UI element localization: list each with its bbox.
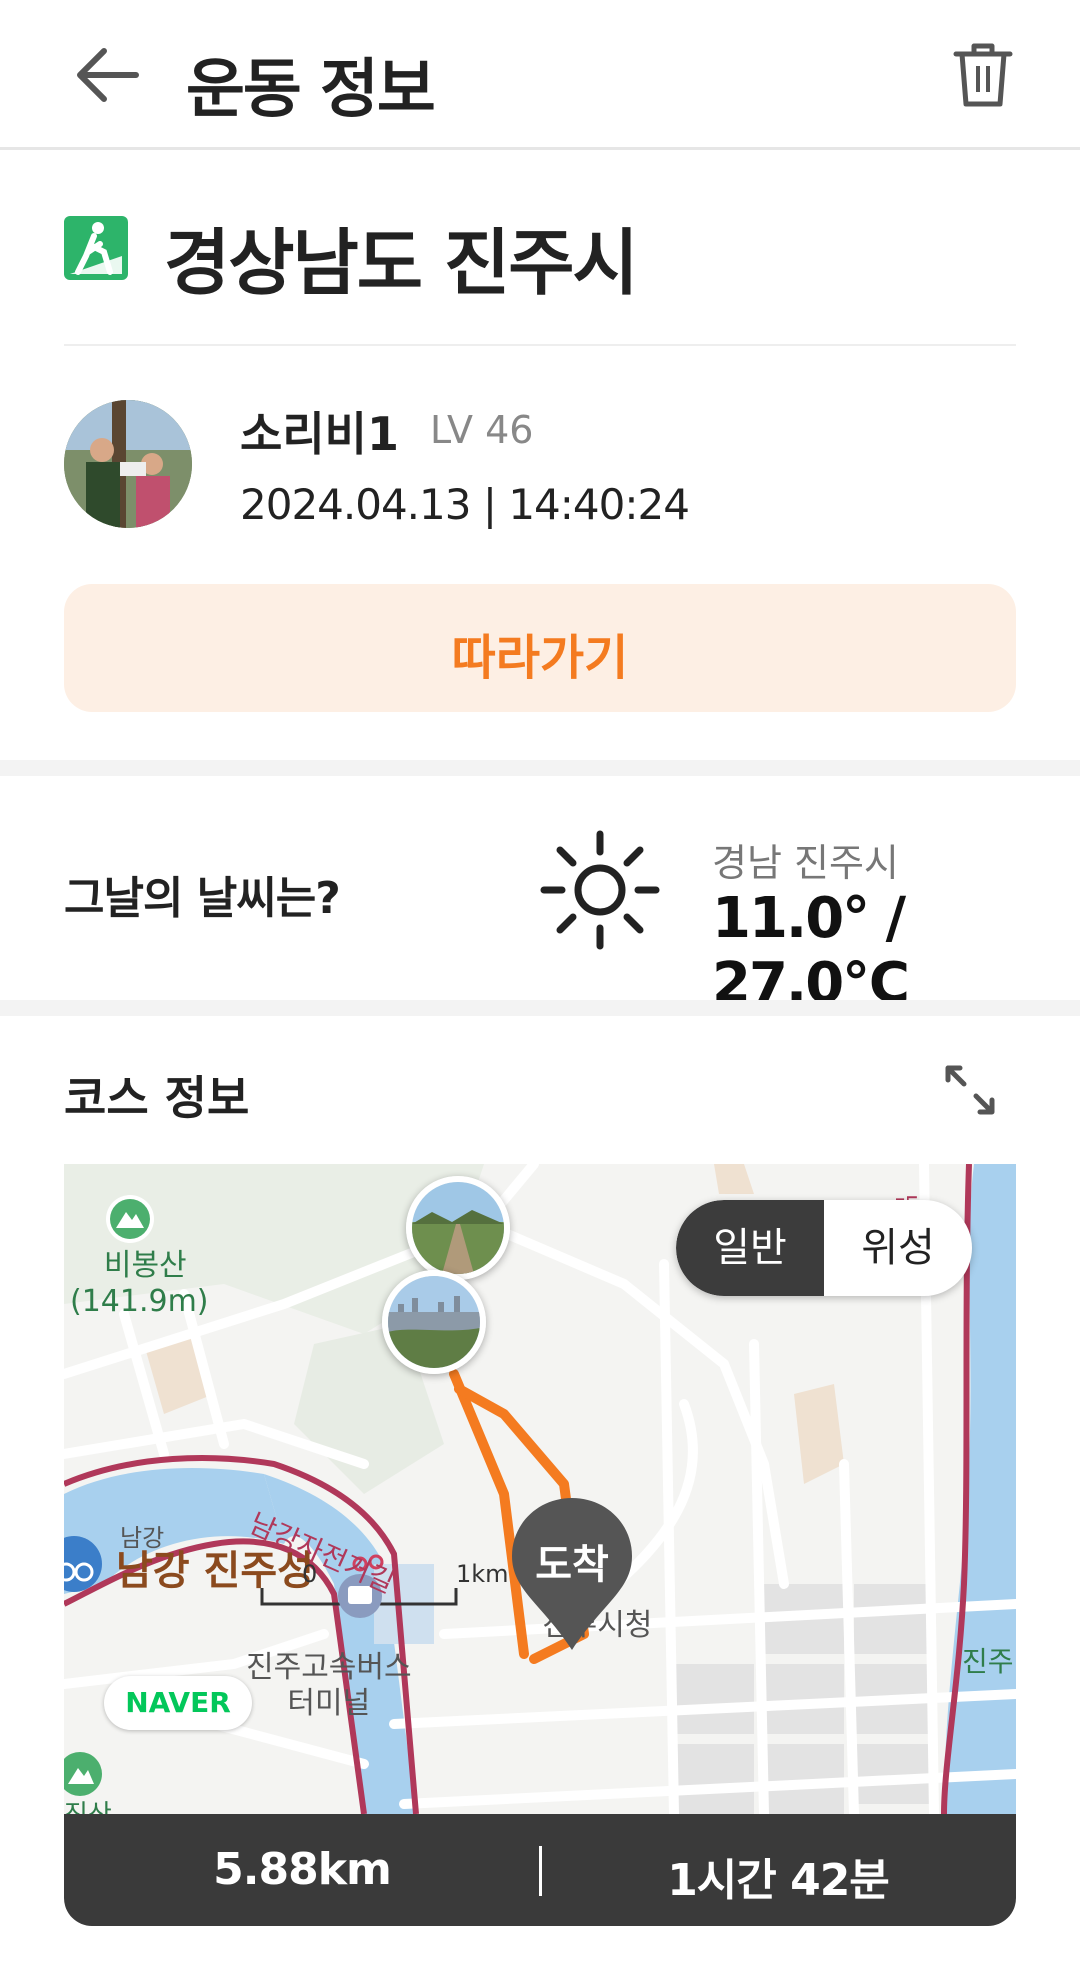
follow-button[interactable]: 따라가기: [64, 584, 1016, 712]
map-label-bus-terminal: 진주고속버스 터미널: [246, 1650, 412, 1721]
region-title: 경상남도 진주시: [164, 221, 639, 305]
user-name: 소리비1: [240, 407, 399, 461]
user-level: LV 46: [430, 408, 534, 452]
weather-temperature: 11.0° / 27.0℃: [712, 886, 910, 1016]
divider: [64, 344, 1016, 346]
stats-bar: 5.88km 1시간 42분: [64, 1814, 1016, 1926]
weather-question: 그날의 날씨는?: [64, 873, 341, 924]
top-app-bar: 운동 정보: [0, 0, 1080, 150]
naver-logo: NAVER: [104, 1676, 252, 1730]
photo-pin[interactable]: [406, 1176, 510, 1280]
hiking-icon: [64, 216, 128, 280]
map-type-normal[interactable]: 일반: [676, 1200, 824, 1296]
trash-icon[interactable]: [948, 38, 1018, 110]
page-title: 운동 정보: [186, 53, 436, 127]
arrival-marker[interactable]: 도착: [508, 1494, 636, 1654]
section-divider: [0, 1000, 1080, 1016]
region-header: 경상남도 진주시: [64, 200, 1016, 305]
back-arrow-icon[interactable]: [70, 40, 150, 110]
arrival-label: 도착: [535, 1542, 609, 1588]
expand-icon[interactable]: [940, 1060, 1000, 1120]
section-divider: [0, 760, 1080, 776]
distance-value: 5.88km: [213, 1844, 392, 1895]
course-map[interactable]: 비봉산 (141.9m) 남강 남강 진주성 남강자전거길 진주시청 진주고속버…: [64, 1164, 1016, 1814]
sun-icon: [536, 826, 664, 954]
follow-button-label: 따라가기: [451, 630, 629, 686]
map-label-east: 진주: [962, 1645, 1014, 1678]
scale-start-label: 0: [302, 1560, 318, 1588]
weather-location: 경남 진주시: [712, 841, 899, 885]
map-label-mountain: 비봉산 (141.9m): [70, 1248, 209, 1319]
course-title: 코스 정보: [64, 1071, 250, 1125]
map-type-toggle[interactable]: 일반 위성: [676, 1200, 972, 1296]
map-label-corner: 진산: [64, 1794, 112, 1814]
workout-datetime: 2024.04.13 | 14:40:24: [240, 480, 690, 529]
map-type-satellite[interactable]: 위성: [824, 1200, 972, 1296]
duration-value: 1시간 42분: [667, 1855, 890, 1906]
scale-end-label: 1km: [456, 1560, 509, 1588]
photo-pin[interactable]: [382, 1270, 486, 1374]
avatar[interactable]: [64, 400, 192, 528]
